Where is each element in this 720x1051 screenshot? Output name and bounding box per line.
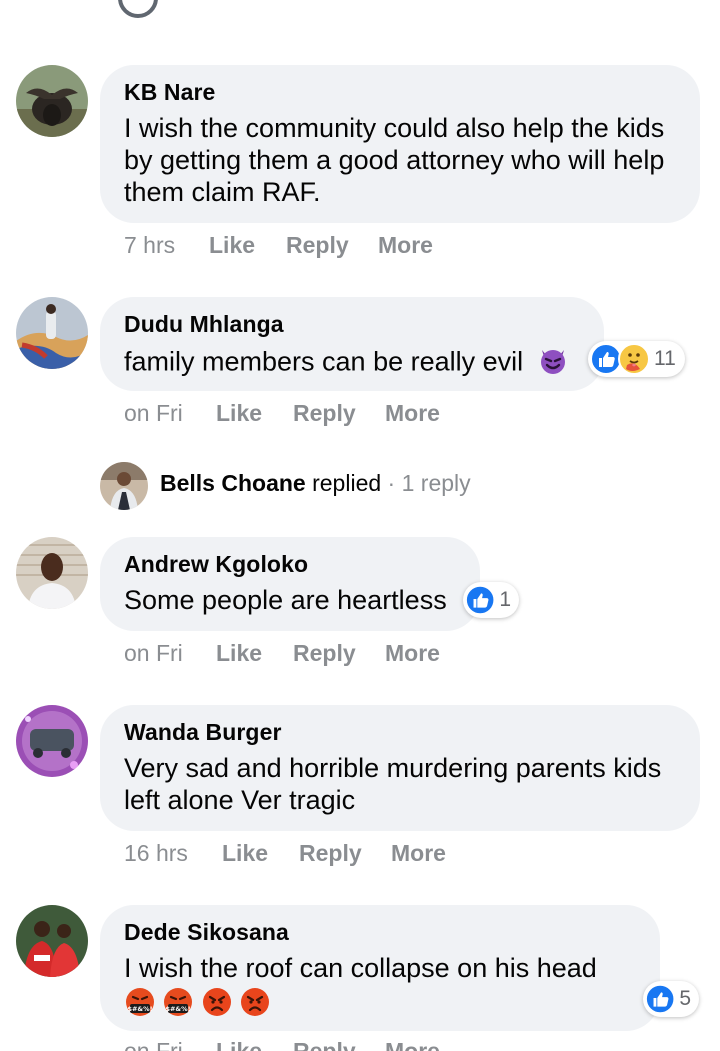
comment-text: I wish the community could also help the… [124,113,665,207]
avatar[interactable] [16,297,88,369]
more-button[interactable]: More [385,400,440,427]
reply-button[interactable]: Reply [286,232,349,259]
avatar [100,462,148,510]
reply-button[interactable]: Reply [293,640,356,667]
reply-action: replied [305,470,382,496]
comment-author[interactable]: KB Nare [124,79,676,106]
comment-author[interactable]: Dede Sikosana [124,919,636,946]
avatar[interactable] [16,65,88,137]
more-button[interactable]: More [385,640,440,667]
more-button[interactable]: More [385,1038,440,1051]
reply-author[interactable]: Bells Choane [160,470,306,496]
svg-text:$#&%!: $#&%! [166,1005,191,1013]
like-button[interactable]: Like [209,232,255,259]
comment-text: family members can be really evil [124,344,580,383]
like-button[interactable]: Like [216,1038,262,1051]
care-reaction-icon [618,343,650,375]
comment-text-body: family members can be really evil [124,346,524,377]
reply-summary: Bells Choane replied · 1 reply [160,470,471,497]
reaction-count: 5 [679,987,691,1010]
comment-author[interactable]: Wanda Burger [124,719,676,746]
reaction-count: 11 [654,347,676,370]
reaction-summary[interactable]: 1 [463,582,519,618]
svg-text:$#&%!: $#&%! [127,1005,152,1013]
like-reaction-icon [645,983,676,1015]
angry-face-emoji [202,988,231,1016]
comment-bubble: Andrew Kgoloko Some people are heartless [100,537,480,631]
reply-separator: · [381,470,402,496]
comment-bubble: Dudu Mhlanga family members can be reall… [100,297,604,391]
avatar[interactable] [16,537,88,609]
comment-timestamp[interactable]: 7 hrs [124,232,175,259]
like-button[interactable]: Like [216,640,262,667]
cursing-face-emoji: $#&%! [164,988,193,1016]
reaction-count: 1 [499,588,511,611]
reply-button[interactable]: Reply [293,1038,356,1051]
emoji-picker-icon[interactable] [118,0,158,18]
comment-timestamp[interactable]: 16 hrs [124,840,188,867]
more-button[interactable]: More [378,232,433,259]
comment-timestamp[interactable]: on Fri [124,640,183,667]
comment-timestamp[interactable]: on Fri [124,1038,183,1051]
comment-author[interactable]: Dudu Mhlanga [124,311,580,338]
like-button[interactable]: Like [222,840,268,867]
comment-emojis: $#&%! $#&%! [124,986,636,1020]
comment-text: Very sad and horrible murdering parents … [124,753,662,815]
avatar[interactable] [16,905,88,977]
comment-author[interactable]: Andrew Kgoloko [124,551,456,578]
cursing-face-emoji: $#&%! [126,988,154,1016]
like-reaction-icon [465,584,496,616]
comment-bubble: Wanda Burger Very sad and horrible murde… [100,705,700,831]
comment-text: Some people are heartless [124,585,447,615]
more-button[interactable]: More [391,840,446,867]
comment-bubble: KB Nare I wish the community could also … [100,65,700,223]
smiling-devil-emoji [537,344,569,383]
comment-timestamp[interactable]: on Fri [124,400,183,427]
avatar[interactable] [16,705,88,777]
comment-bubble: Dede Sikosana I wish the roof can collap… [100,905,660,1031]
reaction-summary[interactable]: 11 [588,341,685,377]
angry-face-emoji [241,988,270,1016]
reaction-summary[interactable]: 5 [643,981,699,1017]
like-button[interactable]: Like [216,400,262,427]
reply-button[interactable]: Reply [299,840,362,867]
reply-count[interactable]: 1 reply [402,470,471,496]
comment-text: I wish the roof can collapse on his head [124,953,597,983]
reply-button[interactable]: Reply [293,400,356,427]
